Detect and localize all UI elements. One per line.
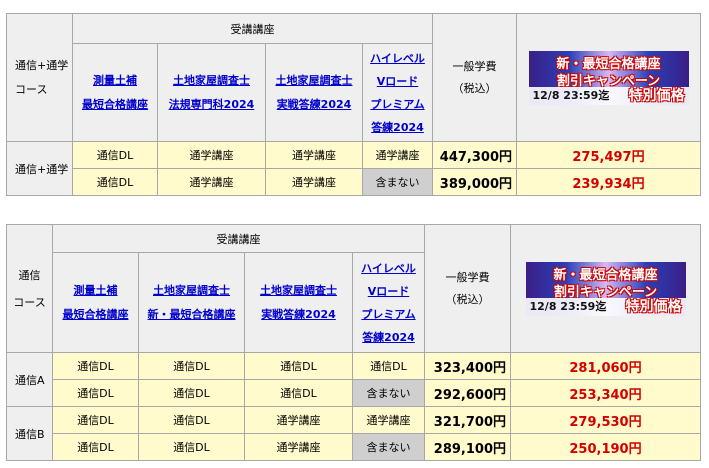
course-col1-header: 測量土補 最短合格講座	[52, 252, 139, 353]
discount-price: 275,497円	[516, 141, 701, 169]
banner-deadline: 12/8 23:59迄	[532, 88, 610, 102]
course-price-table-2: 通信コース 受講講座 一般学費 （税込） 新・最短合格講座 割引キャンペーン 12…	[6, 224, 701, 461]
cell: 通学講座	[352, 406, 425, 434]
cell: 通学講座	[157, 141, 266, 169]
course-link-1[interactable]: 測量土補 最短合格講座	[74, 69, 157, 117]
regular-price: 292,600円	[424, 379, 511, 407]
course-col4-header: ハイレベル Vロード プレミアム 答練2024	[352, 252, 425, 353]
cell: 通信DL	[72, 141, 158, 169]
campaign-banner-cell: 新・最短合格講座 割引キャンペーン 12/8 23:59迄 特別価格	[516, 13, 701, 142]
excluded-cell: 含まない	[352, 379, 425, 407]
discount-price: 250,190円	[510, 433, 701, 461]
courses-header: 受講講座	[52, 224, 425, 253]
cell: 通信DL	[52, 433, 139, 461]
course-col4-header: ハイレベル Vロード プレミアム 答練2024	[362, 43, 433, 142]
discount-price: 281,060円	[510, 352, 701, 380]
campaign-banner[interactable]: 新・最短合格講座 割引キャンペーン 12/8 23:59迄 特別価格	[525, 261, 686, 316]
banner-special-price: 特別価格	[625, 298, 682, 315]
cell: 通信DL	[244, 379, 353, 407]
course-link-2[interactable]: 土地家屋調査士 新・最短合格講座	[140, 279, 244, 327]
campaign-banner[interactable]: 新・最短合格講座 割引キャンペーン 12/8 23:59迄 特別価格	[528, 50, 689, 105]
group-label: 通信B	[6, 406, 53, 461]
cell: 通学講座	[244, 406, 353, 434]
course-header-line2: コース	[13, 295, 46, 309]
course-col2-header: 土地家屋調査士 法規専門科2024	[157, 43, 266, 142]
cell: 通学講座	[265, 141, 363, 169]
course-price-table-1: 通信+通学 コース 受講講座 一般学費 （税込） 新・最短合格講座 割引キャンペーン…	[6, 13, 701, 196]
discount-price: 253,340円	[510, 379, 701, 407]
price-header: 一般学費 （税込）	[432, 13, 517, 142]
discount-price: 279,530円	[510, 406, 701, 434]
course-header-line1: 通信	[18, 268, 41, 282]
cell: 通学講座	[244, 433, 353, 461]
banner-special-price: 特別価格	[628, 87, 685, 104]
price-header-line2: （税込）	[452, 81, 497, 95]
price-header-line1: 一般学費	[452, 59, 497, 73]
courses-header: 受講講座	[72, 13, 433, 44]
cell: 通信DL	[52, 352, 139, 380]
course-col2-header: 土地家屋調査士 新・最短合格講座	[138, 252, 245, 353]
group-label: 通信A	[6, 352, 53, 407]
cell: 通学講座	[362, 141, 433, 169]
excluded-cell: 含まない	[362, 168, 433, 196]
cell: 通信DL	[138, 433, 245, 461]
regular-price: 389,000円	[432, 168, 517, 196]
course-link-1[interactable]: 測量土補 最短合格講座	[54, 279, 138, 327]
regular-price: 321,700円	[424, 406, 511, 434]
banner-deadline: 12/8 23:59迄	[529, 299, 607, 313]
course-header: 通信+通学コース	[6, 13, 73, 142]
regular-price: 447,300円	[432, 141, 517, 169]
regular-price: 323,400円	[424, 352, 511, 380]
campaign-banner-cell: 新・最短合格講座 割引キャンペーン 12/8 23:59迄 特別価格	[510, 224, 701, 353]
course-col3-header: 土地家屋調査士 実戦答練2024	[265, 43, 363, 142]
course-col3-header: 土地家屋調査士 実戦答練2024	[244, 252, 353, 353]
course-header-line2: コース	[15, 82, 48, 96]
course-col1-header: 測量土補 最短合格講座	[72, 43, 158, 142]
course-link-3[interactable]: 土地家屋調査士 実戦答練2024	[246, 279, 352, 327]
cell: 通信DL	[138, 406, 245, 434]
price-header: 一般学費 （税込）	[424, 224, 511, 353]
group-label: 通信+通学	[6, 141, 73, 196]
cell: 通信DL	[138, 352, 245, 380]
cell: 通学講座	[157, 168, 266, 196]
price-header-line2: （税込）	[445, 292, 490, 306]
cell: 通信DL	[352, 352, 425, 380]
course-link-4[interactable]: ハイレベル Vロード プレミアム 答練2024	[354, 257, 424, 349]
discount-price: 239,934円	[516, 168, 701, 196]
course-link-2[interactable]: 土地家屋調査士 法規専門科2024	[159, 69, 265, 117]
excluded-cell: 含まない	[352, 433, 425, 461]
course-header: 通信 コース	[6, 224, 53, 353]
cell: 通信DL	[138, 379, 245, 407]
course-link-3[interactable]: 土地家屋調査士 実戦答練2024	[267, 69, 362, 117]
cell: 通信DL	[52, 379, 139, 407]
cell: 通学講座	[265, 168, 363, 196]
cell: 通信DL	[244, 352, 353, 380]
regular-price: 289,100円	[424, 433, 511, 461]
cell: 通信DL	[72, 168, 158, 196]
course-header-line1: 通信+通学	[15, 58, 69, 72]
course-link-4[interactable]: ハイレベル Vロード プレミアム 答練2024	[364, 47, 432, 139]
price-header-line1: 一般学費	[445, 270, 490, 284]
cell: 通信DL	[52, 406, 139, 434]
